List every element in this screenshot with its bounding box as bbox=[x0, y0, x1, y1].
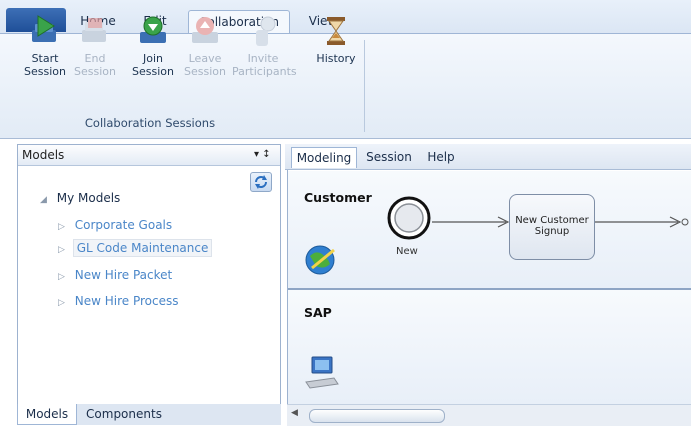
collapsed-arrow-icon: ▷ bbox=[58, 245, 65, 255]
globe-icon bbox=[305, 245, 335, 275]
invite-participants-button[interactable]: Invite Participants bbox=[232, 14, 297, 78]
invite-participants-label-1: Invite bbox=[247, 52, 279, 65]
tree-root[interactable]: ◢ My Models bbox=[40, 191, 120, 205]
history-icon bbox=[327, 17, 345, 45]
start-session-button[interactable]: Start Session bbox=[20, 14, 70, 78]
tree-item-corporate-goals[interactable]: ▷ Corporate Goals bbox=[58, 218, 172, 232]
history-label: History bbox=[316, 52, 356, 65]
models-panel-title: Models bbox=[22, 148, 65, 162]
scrollbar-thumb[interactable] bbox=[309, 409, 445, 423]
tab-models[interactable]: Models bbox=[17, 404, 77, 425]
history-button[interactable]: History bbox=[312, 14, 360, 65]
collapsed-arrow-icon: ▷ bbox=[58, 272, 65, 282]
tab-modeling[interactable]: Modeling bbox=[291, 147, 357, 168]
start-event-label: New bbox=[396, 246, 418, 257]
leave-session-label-2: Session bbox=[184, 65, 226, 78]
tree-item-label-selected: GL Code Maintenance bbox=[72, 239, 213, 257]
invite-participants-icon bbox=[256, 16, 276, 46]
horizontal-scrollbar[interactable]: ◀ bbox=[287, 404, 691, 426]
tree-item-label: Corporate Goals bbox=[74, 218, 173, 232]
leave-session-button[interactable]: Leave Session bbox=[180, 14, 230, 78]
tree-item-new-hire-process[interactable]: ▷ New Hire Process bbox=[58, 294, 178, 308]
models-panel-header: Models ▾ ↕ bbox=[18, 145, 280, 166]
scroll-left-arrow-icon[interactable]: ◀ bbox=[291, 408, 298, 418]
tab-help[interactable]: Help bbox=[421, 147, 461, 167]
refresh-button[interactable] bbox=[250, 172, 272, 192]
tab-components[interactable]: Components bbox=[79, 404, 169, 424]
collaboration-sessions-group-label: Collaboration Sessions bbox=[84, 116, 216, 130]
collapsed-arrow-icon: ▷ bbox=[58, 222, 65, 232]
collapsed-arrow-icon: ▷ bbox=[58, 298, 65, 308]
join-session-button[interactable]: Join Session bbox=[128, 14, 178, 78]
tree-item-label: New Hire Process bbox=[74, 294, 179, 308]
refresh-icon bbox=[255, 175, 267, 189]
join-session-icon bbox=[140, 16, 166, 43]
swimlane-sap[interactable] bbox=[288, 290, 691, 404]
expanded-arrow-icon: ◢ bbox=[40, 195, 47, 205]
task-label-line1: New Customer bbox=[515, 215, 589, 226]
tab-session[interactable]: Session bbox=[361, 147, 417, 167]
lane-label-sap: SAP bbox=[304, 305, 332, 320]
start-session-icon bbox=[32, 15, 56, 42]
join-session-label-2: Session bbox=[132, 65, 174, 78]
ribbon-group-separator bbox=[364, 40, 365, 132]
tree-item-label: New Hire Packet bbox=[74, 268, 173, 282]
end-session-icon bbox=[82, 18, 106, 42]
leave-session-label-1: Leave bbox=[188, 52, 222, 65]
computer-icon bbox=[305, 356, 339, 389]
tree-item-new-hire-packet[interactable]: ▷ New Hire Packet bbox=[58, 268, 172, 282]
tree-root-label: My Models bbox=[56, 191, 121, 205]
start-session-label-1: Start bbox=[31, 52, 59, 65]
tree-item-gl-code-maintenance[interactable]: ▷ GL Code Maintenance bbox=[58, 239, 213, 257]
start-event-circle[interactable] bbox=[386, 195, 432, 241]
editor-tab-bar: Modeling Session Help bbox=[285, 144, 691, 170]
task-label-line2: Signup bbox=[534, 226, 570, 237]
panel-dropdown-pin-icon[interactable]: ▾ ↕ bbox=[254, 145, 271, 165]
end-session-button[interactable]: End Session bbox=[70, 14, 120, 78]
end-session-label-2: Session bbox=[74, 65, 116, 78]
lane-label-customer: Customer bbox=[304, 190, 372, 205]
join-session-label-1: Join bbox=[142, 52, 163, 65]
task-new-customer-signup[interactable]: New Customer Signup bbox=[509, 194, 595, 260]
end-session-label-1: End bbox=[84, 52, 106, 65]
start-session-label-2: Session bbox=[24, 65, 66, 78]
swimlane-customer[interactable] bbox=[288, 171, 691, 290]
models-panel-bottom-tabs: Models Components bbox=[17, 404, 281, 425]
leave-session-icon bbox=[192, 17, 218, 43]
invite-participants-label-2: Participants bbox=[232, 65, 297, 78]
